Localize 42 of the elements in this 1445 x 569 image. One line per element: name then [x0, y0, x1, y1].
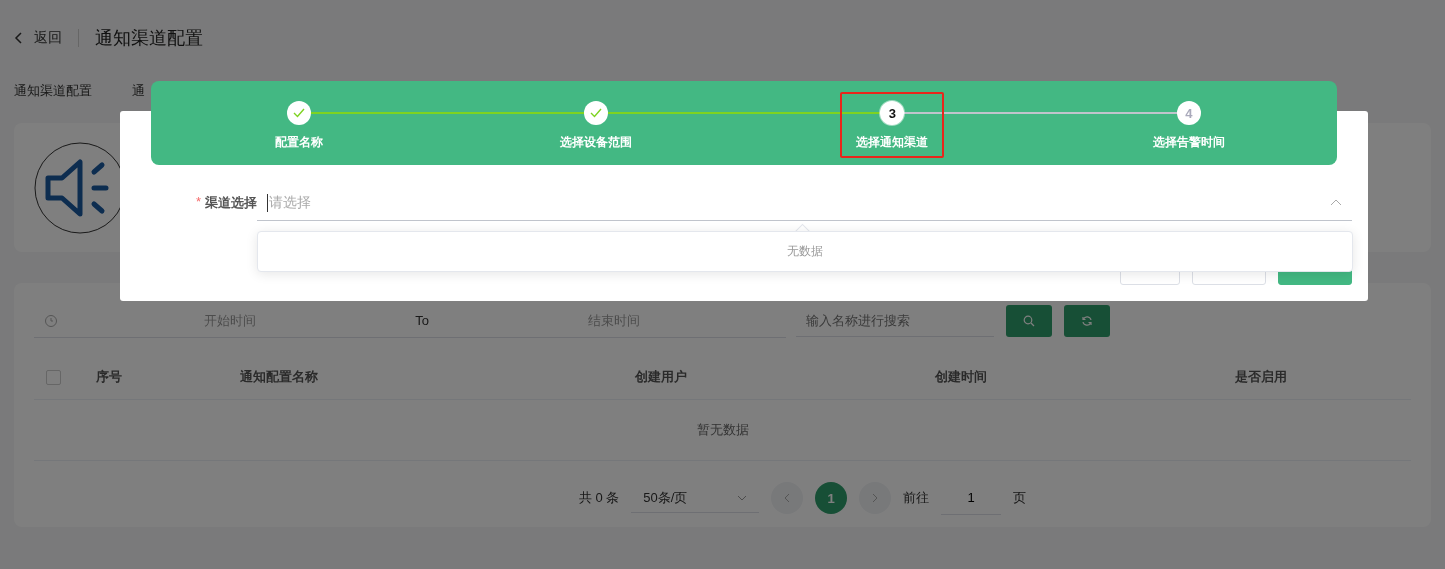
back-icon — [14, 30, 24, 45]
page-suffix: 页 — [1013, 489, 1027, 507]
refresh-button[interactable] — [1064, 305, 1110, 337]
tab[interactable]: 通知渠道配置 — [14, 82, 92, 100]
refresh-icon — [1081, 315, 1093, 327]
search-field[interactable]: 输入名称进行搜索 — [796, 305, 994, 337]
chevron-down-icon — [737, 494, 748, 501]
step-marker: 3 — [880, 101, 905, 125]
field-label: 渠道选择 — [205, 194, 257, 212]
check-icon — [293, 108, 306, 118]
tab[interactable]: 通 — [132, 82, 145, 100]
page-input[interactable]: 1 — [941, 481, 1002, 515]
required-mark: * — [195, 194, 201, 211]
column-header: 是否启用 — [1234, 368, 1288, 386]
empty-message: 无数据 — [787, 243, 823, 260]
clock-icon — [44, 313, 58, 328]
check-icon — [589, 108, 602, 118]
next-page-button[interactable] — [859, 482, 892, 514]
search-button[interactable] — [1006, 305, 1052, 337]
step-label: 选择通知渠道 — [855, 134, 930, 151]
goto-label: 前往 — [903, 489, 930, 507]
chevron-left-icon — [784, 493, 791, 503]
back-link[interactable]: 返回 — [14, 28, 62, 47]
chevron-up-icon — [1330, 199, 1342, 206]
column-header: 通知配置名称 — [239, 368, 319, 386]
total-count: 共 0 条 — [578, 489, 620, 507]
column-header: 创建时间 — [934, 368, 988, 386]
prev-page-button[interactable] — [771, 482, 804, 514]
select-all-checkbox[interactable] — [46, 369, 61, 385]
page-title: 通知渠道配置 — [95, 26, 203, 50]
empty-message: 暂无数据 — [696, 421, 749, 439]
chevron-right-icon — [872, 493, 879, 503]
step-marker: 4 — [1176, 101, 1201, 125]
page-size-select[interactable]: 50条/页 — [631, 483, 760, 513]
column-header: 序号 — [95, 368, 123, 386]
column-header: 创建用户 — [634, 368, 688, 386]
search-icon — [1023, 315, 1035, 327]
step-label: 配置名称 — [274, 134, 325, 151]
step-label: 选择设备范围 — [558, 134, 633, 151]
step-label: 选择告警时间 — [1151, 134, 1226, 151]
channel-select[interactable]: 请选择 — [257, 185, 1352, 221]
page-button[interactable]: 1 — [815, 482, 848, 514]
